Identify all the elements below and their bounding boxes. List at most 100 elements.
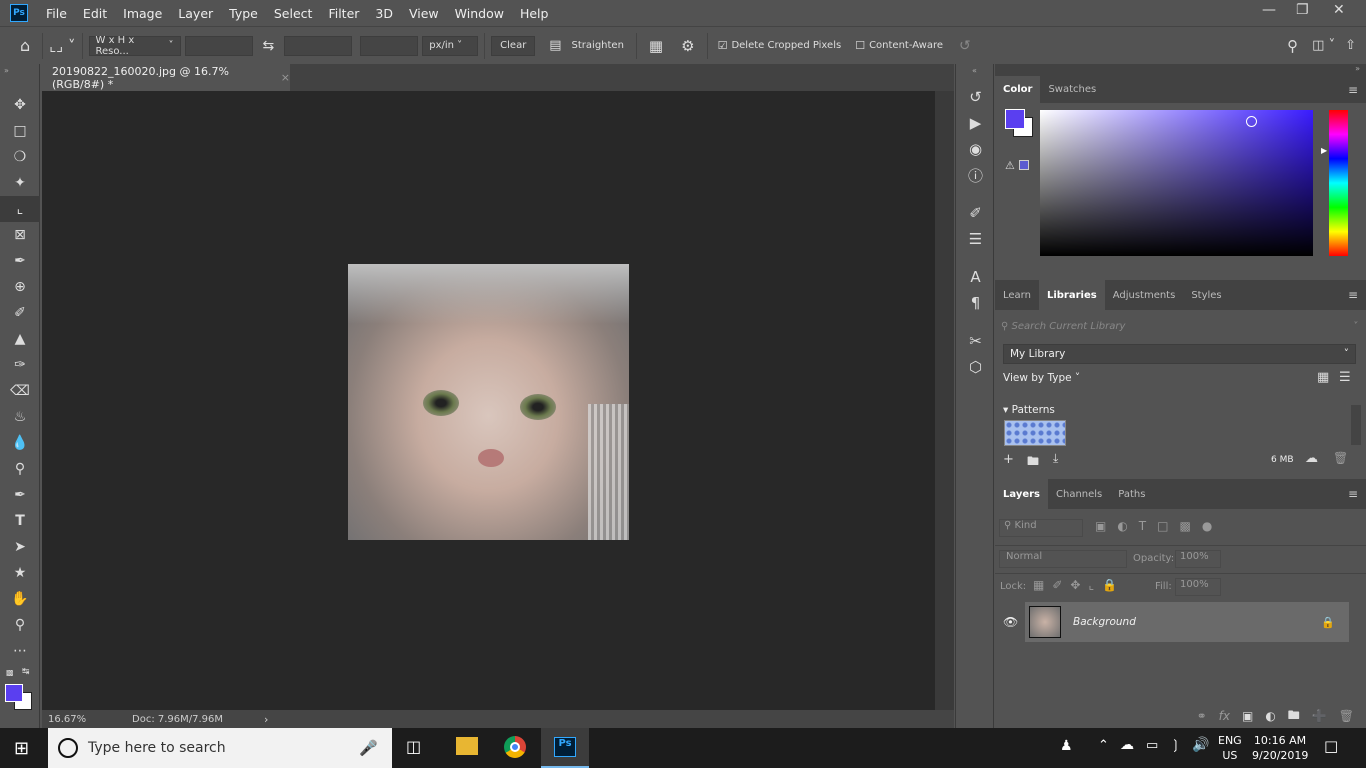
minimize-button[interactable]: — [1262,2,1276,18]
content-aware-checkbox[interactable]: ☐ [855,39,865,52]
swap-colors-icon[interactable]: ↹ [22,667,30,677]
layer-name[interactable]: Background [1073,616,1136,628]
adjustment-layer-icon[interactable]: ◐ [1265,709,1275,723]
unit-select[interactable]: px/in ˅ [422,35,479,56]
color-fg-swatch[interactable] [1005,109,1025,129]
layer-visibility-eye-icon[interactable]: 👁 [1003,615,1018,629]
layer-filter-icons[interactable]: ▣◐T□▩● [1095,519,1223,533]
vertical-scrollbar[interactable] [935,91,954,710]
blend-mode-select[interactable]: Normal [999,550,1127,568]
history-icon[interactable]: ↺ [956,84,995,110]
restore-button[interactable]: ❐ [1296,2,1309,18]
quick-select-tool-icon[interactable]: ✦ [0,170,40,196]
add-mask-icon[interactable]: ▣ [1242,709,1253,723]
crop-tool-icon[interactable]: ⌞ [0,196,40,222]
clock[interactable]: 10:16 AM 9/20/2019 [1252,733,1308,763]
photoshop-taskbar-button[interactable]: Ps [541,728,589,768]
patterns-section[interactable]: ▾ Patterns [1003,404,1055,416]
wifi-icon[interactable]: ❳ [1170,738,1181,753]
3d-icon[interactable]: ◉ [956,136,995,162]
hand-tool-icon[interactable]: ✋ [0,586,40,612]
resolution-input[interactable] [360,35,419,56]
menu-file[interactable]: File [38,6,75,21]
shape-tool-icon[interactable]: ★ [0,560,40,586]
link-layers-icon[interactable]: ⚭ [1197,709,1207,723]
windows-start-icon[interactable]: ⊞ [14,738,29,759]
filter-kind-select[interactable]: ⚲ Kind [999,519,1083,537]
foreground-color[interactable] [5,684,23,702]
trash-icon[interactable]: 🗑 [1333,451,1348,465]
menu-view[interactable]: View [401,6,447,21]
menu-edit[interactable]: Edit [75,6,115,21]
tab-paths[interactable]: Paths [1110,479,1153,509]
pattern-thumbnail[interactable] [1004,420,1066,446]
new-layer-icon[interactable]: ➕ [1312,709,1327,723]
workspace-icon[interactable]: ◫ ˅ [1312,38,1335,53]
color-swatches[interactable]: ▩ ↹ [0,664,39,714]
status-menu-arrow[interactable]: › [264,713,268,726]
menu-3d[interactable]: 3D [367,6,401,21]
delete-layer-icon[interactable]: 🗑 [1339,709,1354,723]
zoom-tool-icon[interactable]: ⚲ [0,612,40,638]
fill-input[interactable]: 100% [1175,578,1221,596]
panel-menu-icon[interactable]: ≡ [1348,479,1366,509]
close-window-button[interactable]: ✕ [1333,2,1345,18]
grid-overlay-icon[interactable]: ▦ [649,37,663,55]
brush-tool-icon[interactable]: ✐ [0,300,40,326]
microphone-icon[interactable]: 🎤 [359,739,378,757]
menu-type[interactable]: Type [221,6,266,21]
tab-libraries[interactable]: Libraries [1038,280,1105,310]
opacity-input[interactable]: 100% [1175,550,1221,568]
blur-tool-icon[interactable]: 💧 [0,430,40,456]
battery-icon[interactable]: ▭ [1146,738,1158,753]
search-icon[interactable]: ⚲ [1287,37,1298,55]
pen-tool-icon[interactable]: ✒ [0,482,40,508]
default-colors-icon[interactable]: ▩ [6,668,14,677]
panel-menu-icon[interactable]: ≡ [1348,76,1366,103]
eraser-tool-icon[interactable]: ⌫ [0,378,40,404]
path-select-tool-icon[interactable]: ➤ [0,534,40,560]
panel-menu-icon[interactable]: ≡ [1348,280,1366,310]
tab-layers[interactable]: Layers [995,479,1048,509]
task-view-icon[interactable]: ◫ [406,737,421,756]
collapse-panels-icon[interactable]: » [995,64,1366,76]
stamp-tool-icon[interactable]: ▲ [0,326,40,352]
layer-lock-icon[interactable]: 🔒 [1321,616,1335,629]
straighten-icon[interactable]: ▤ [549,38,561,53]
type-tool-icon[interactable]: T [0,508,40,534]
hue-slider-handle[interactable]: ▶ [1321,146,1327,155]
straighten-button[interactable]: Straighten [572,40,624,51]
eyedropper-tool-icon[interactable]: ✒ [0,248,40,274]
zoom-level[interactable]: 16.67% [48,714,132,725]
paint-bucket-tool-icon[interactable]: ♨ [0,404,40,430]
move-tool-icon[interactable]: ✥ [0,92,40,118]
brush-settings-icon[interactable]: ✐ [956,200,995,226]
new-group-icon[interactable]: 🖿 [1288,706,1300,727]
close-tab-icon[interactable]: × [281,71,290,84]
menu-select[interactable]: Select [266,6,321,21]
tool-presets-icon[interactable]: ✂ [956,328,995,354]
canvas-area[interactable] [42,91,935,710]
libraries-scrollbar[interactable] [1351,405,1361,445]
swap-icon[interactable]: ⇆ [263,38,275,54]
language-indicator[interactable]: ENG US [1218,733,1242,763]
menu-layer[interactable]: Layer [170,6,221,21]
lock-icons[interactable]: ▦✐✥⌞🔒 [1033,578,1125,592]
library-select[interactable]: My Library ˅ [1003,344,1356,364]
gamut-color-swatch[interactable] [1019,160,1029,170]
delete-cropped-checkbox[interactable]: ☑ [718,39,728,52]
dodge-tool-icon[interactable]: ⚲ [0,456,40,482]
layer-row[interactable]: Background 🔒 [1025,602,1349,642]
list-view-icon[interactable]: ☰ [1339,370,1351,385]
crop-tool-preset-icon[interactable]: ⌞⌟ ˅ [49,37,75,55]
share-icon[interactable]: ⇧ [1345,38,1356,53]
menu-window[interactable]: Window [447,6,512,21]
menu-image[interactable]: Image [115,6,170,21]
library-search-input[interactable]: ⚲ Search Current Library ˅ [1001,316,1357,336]
ratio-select[interactable]: W x H x Reso... ˅ [88,35,181,57]
chrome-icon[interactable] [504,736,526,758]
paragraph-icon[interactable]: ¶ [956,290,995,316]
action-center-icon[interactable]: □ [1324,737,1338,755]
healing-brush-tool-icon[interactable]: ⊕ [0,274,40,300]
hue-slider[interactable] [1329,110,1348,256]
